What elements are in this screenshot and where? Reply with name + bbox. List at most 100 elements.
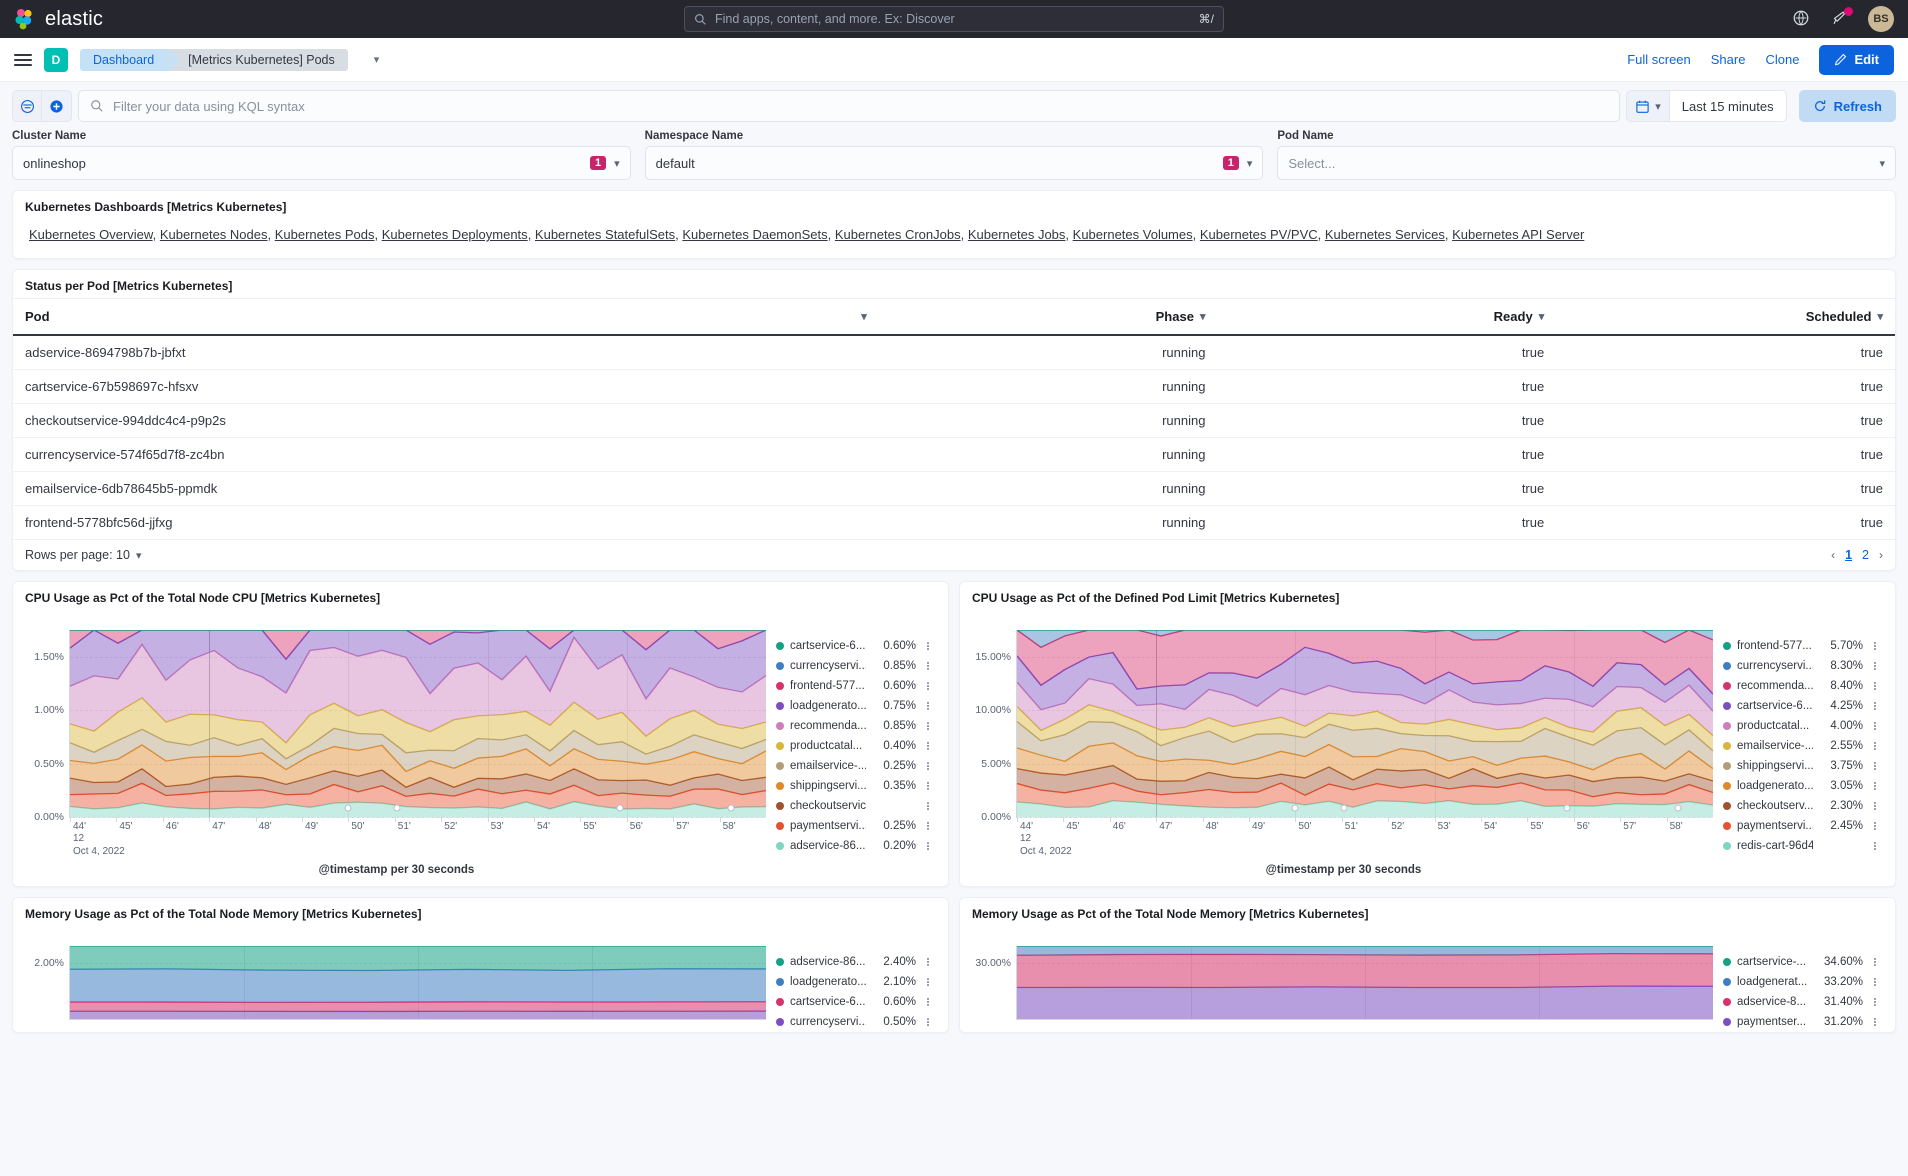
legend-actions-icon[interactable] [922, 782, 934, 790]
legend-actions-icon[interactable] [1869, 998, 1881, 1006]
dashboard-link[interactable]: Kubernetes API Server [1452, 227, 1584, 242]
column-header-phase[interactable]: Phase ▾ [878, 298, 1218, 336]
legend-actions-icon[interactable] [922, 958, 934, 966]
avatar[interactable]: BS [1868, 6, 1894, 32]
legend-item[interactable]: loadgenerato... 3.05% [1723, 776, 1881, 796]
dashboard-link[interactable]: Kubernetes Overview [29, 227, 153, 242]
refresh-button[interactable]: Refresh [1798, 90, 1896, 122]
page-button-1[interactable]: 1 [1845, 548, 1852, 562]
legend-item[interactable]: checkoutservice-99... [776, 796, 934, 816]
legend-item[interactable]: cartservice-6... 0.60% [776, 636, 934, 656]
legend-item[interactable]: adservice-8... 31.40% [1723, 992, 1881, 1012]
legend-actions-icon[interactable] [1869, 682, 1881, 690]
legend-actions-icon[interactable] [922, 762, 934, 770]
legend-item[interactable]: adservice-86... 2.40% [776, 952, 934, 972]
legend-item[interactable]: currencyservi... 0.85% [776, 656, 934, 676]
legend-actions-icon[interactable] [1869, 702, 1881, 710]
legend-actions-icon[interactable] [1869, 802, 1881, 810]
legend-item[interactable]: emailservice-... 0.25% [776, 756, 934, 776]
legend-actions-icon[interactable] [922, 722, 934, 730]
legend-actions-icon[interactable] [922, 642, 934, 650]
dashboard-link[interactable]: Kubernetes CronJobs [835, 227, 961, 242]
time-range-display[interactable]: Last 15 minutes [1669, 90, 1787, 122]
legend-actions-icon[interactable] [922, 702, 934, 710]
calendar-quick-select-button[interactable]: ▾ [1626, 90, 1670, 122]
legend-actions-icon[interactable] [922, 742, 934, 750]
data-point-marker[interactable] [1340, 804, 1348, 812]
legend-actions-icon[interactable] [1869, 782, 1881, 790]
legend-item[interactable]: emailservice-... 2.55% [1723, 736, 1881, 756]
legend-actions-icon[interactable] [1869, 742, 1881, 750]
kql-search-input[interactable]: Filter your data using KQL syntax [78, 90, 1621, 122]
data-point-marker[interactable] [393, 804, 401, 812]
page-button-2[interactable]: 2 [1862, 548, 1869, 562]
legend-item[interactable]: frontend-577... 0.60% [776, 676, 934, 696]
help-icon[interactable] [1792, 9, 1812, 29]
previous-page-button[interactable]: ‹ [1831, 548, 1835, 562]
full-screen-button[interactable]: Full screen [1627, 52, 1691, 67]
legend-item[interactable]: cartservice-... 34.60% [1723, 952, 1881, 972]
elastic-logo[interactable]: elastic [14, 8, 103, 31]
legend-item[interactable]: frontend-577... 5.70% [1723, 636, 1881, 656]
legend-actions-icon[interactable] [922, 1018, 934, 1026]
plot-area[interactable]: 2.00% [23, 926, 770, 1032]
legend-actions-icon[interactable] [922, 802, 934, 810]
legend-item[interactable]: cartservice-6... 0.60% [776, 992, 934, 1012]
legend-item[interactable]: currencyservi... 0.50% [776, 1012, 934, 1032]
control-dropdown[interactable]: default 1 ▾ [644, 146, 1264, 180]
legend-actions-icon[interactable] [1869, 1018, 1881, 1026]
data-point-marker[interactable] [1674, 804, 1682, 812]
column-header-pod[interactable]: Pod ▾ [13, 298, 879, 336]
legend-actions-icon[interactable] [922, 978, 934, 986]
column-header-ready[interactable]: Ready ▾ [1217, 298, 1557, 336]
dashboard-link[interactable]: Kubernetes Services [1325, 227, 1445, 242]
legend-item[interactable]: recommenda... 8.40% [1723, 676, 1881, 696]
plot-area[interactable]: 30.00% [970, 926, 1717, 1032]
legend-item[interactable]: adservice-86... 0.20% [776, 836, 934, 856]
dashboard-link[interactable]: Kubernetes Pods [275, 227, 375, 242]
legend-actions-icon[interactable] [922, 842, 934, 850]
share-button[interactable]: Share [1711, 52, 1746, 67]
clone-button[interactable]: Clone [1765, 52, 1799, 67]
dashboard-link[interactable]: Kubernetes Nodes [160, 227, 268, 242]
legend-actions-icon[interactable] [922, 682, 934, 690]
legend-actions-icon[interactable] [922, 998, 934, 1006]
legend-item[interactable]: productcatal... 4.00% [1723, 716, 1881, 736]
legend-actions-icon[interactable] [1869, 662, 1881, 670]
edit-button[interactable]: Edit [1819, 44, 1894, 75]
legend-actions-icon[interactable] [1869, 722, 1881, 730]
menu-icon[interactable] [14, 53, 32, 66]
legend-item[interactable]: currencyservi... 8.30% [1723, 656, 1881, 676]
legend-item[interactable]: loadgenerat... 33.20% [1723, 972, 1881, 992]
control-dropdown[interactable]: onlineshop 1 ▾ [12, 146, 631, 180]
dashboard-link[interactable]: Kubernetes Jobs [968, 227, 1066, 242]
legend-item[interactable]: recommenda... 0.85% [776, 716, 934, 736]
legend-actions-icon[interactable] [1869, 822, 1881, 830]
legend-actions-icon[interactable] [1869, 842, 1881, 850]
legend-actions-icon[interactable] [1869, 978, 1881, 986]
legend-item[interactable]: loadgenerato... 0.75% [776, 696, 934, 716]
legend-item[interactable]: loadgenerato... 2.10% [776, 972, 934, 992]
data-point-marker[interactable] [344, 804, 352, 812]
global-search-input[interactable]: Find apps, content, and more. Ex: Discov… [684, 6, 1224, 32]
dashboard-link[interactable]: Kubernetes StatefulSets [535, 227, 675, 242]
data-point-marker[interactable] [1563, 804, 1571, 812]
legend-actions-icon[interactable] [1869, 762, 1881, 770]
announcements-icon[interactable] [1830, 7, 1853, 29]
filter-options-icon[interactable] [12, 90, 42, 122]
legend-item[interactable]: paymentser... 31.20% [1723, 1012, 1881, 1032]
next-page-button[interactable]: › [1879, 548, 1883, 562]
legend-item[interactable]: paymentservi... 2.45% [1723, 816, 1881, 836]
data-point-marker[interactable] [616, 804, 624, 812]
legend-item[interactable]: productcatal... 0.40% [776, 736, 934, 756]
plot-area[interactable]: 0.00% 5.00% 10.00% 15.00% 44' 45' 46' 47' 48' 49'… [970, 610, 1717, 886]
chevron-down-icon[interactable]: ▾ [374, 53, 380, 66]
legend-actions-icon[interactable] [1869, 958, 1881, 966]
status-table-scroll[interactable]: Pod ▾ Phase ▾ Ready ▾ Scheduled ▾ adservice-… [13, 298, 1895, 540]
legend-item[interactable]: redis-cart-96d4848... [1723, 836, 1881, 856]
rows-per-page-selector[interactable]: Rows per page: 10 ▾ [25, 548, 141, 562]
dashboard-link[interactable]: Kubernetes DaemonSets [682, 227, 827, 242]
legend-actions-icon[interactable] [922, 822, 934, 830]
plot-area[interactable]: 0.00% 0.50% 1.00% 1.50% 44' 45' 46' 47' 48' 49' 50… [23, 610, 770, 886]
legend-item[interactable]: shippingservi... 0.35% [776, 776, 934, 796]
